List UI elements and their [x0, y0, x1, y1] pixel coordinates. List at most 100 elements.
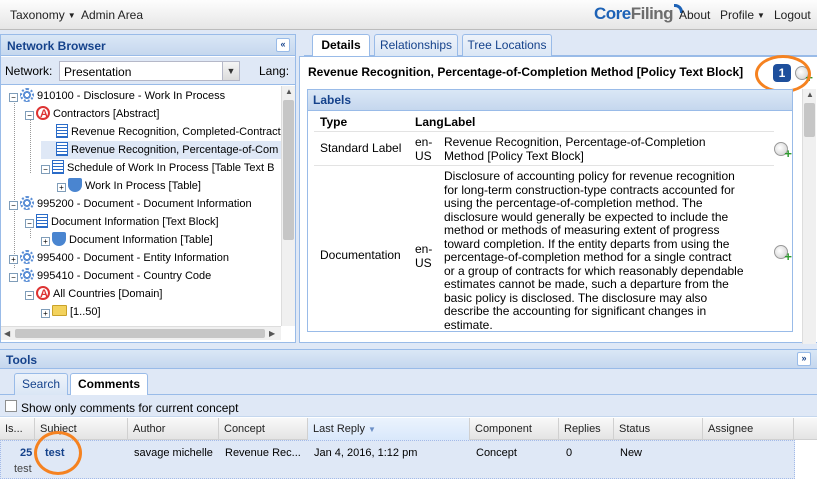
tab-details[interactable]: Details — [312, 34, 370, 57]
taxonomy-menu-label: Taxonomy — [10, 8, 65, 22]
col-lang-header: Lang — [415, 115, 444, 129]
tree-node-selected[interactable]: Revenue Recognition, Percentage-of-Com — [41, 141, 281, 159]
comment-replies: 0 — [566, 447, 573, 459]
tab-tree-locations[interactable]: Tree Locations — [462, 34, 552, 56]
comment-last-reply: Jan 4, 2016, 1:12 pm — [314, 447, 418, 459]
collapse-toggle-icon[interactable]: − — [9, 201, 18, 210]
add-label-icon[interactable] — [774, 142, 792, 161]
collapse-toggle-icon[interactable]: − — [41, 165, 50, 174]
collapse-toggle-icon[interactable]: − — [25, 219, 34, 228]
tree-node-label: Revenue Recognition, Completed-Contract — [71, 126, 281, 138]
col-assignee[interactable]: Assignee — [703, 418, 794, 440]
tree-node-label: Schedule of Work In Process [Table Text … — [67, 162, 275, 174]
details-panel: Revenue Recognition, Percentage-of-Compl… — [299, 55, 817, 344]
current-concept-checkbox[interactable] — [5, 400, 17, 412]
tree-guide-line — [14, 98, 15, 268]
label-type: Standard Label — [320, 141, 402, 155]
labels-section: Labels Type Lang Label Standard Label en… — [307, 89, 793, 332]
comment-concept: Revenue Rec... — [225, 447, 301, 459]
comment-author: savage michelle — [134, 447, 213, 459]
lang-label: Lang: — [259, 64, 290, 78]
expand-toggle-icon[interactable]: + — [41, 309, 50, 318]
scrollbar-thumb[interactable] — [283, 100, 294, 240]
tab-comments[interactable]: Comments — [70, 373, 148, 396]
expand-toggle-icon[interactable]: + — [41, 237, 50, 246]
text-block-icon — [52, 160, 64, 174]
collapse-left-icon[interactable]: « — [276, 38, 290, 52]
comment-issue-number: 25 — [20, 447, 33, 459]
top-bar: Taxonomy ▼ Admin Area CoreFiling About Pr… — [0, 0, 817, 30]
label-text: Revenue Recognition, Percentage-of-Compl… — [444, 135, 706, 163]
col-component[interactable]: Component — [470, 418, 559, 440]
col-issue[interactable]: Is... — [0, 418, 35, 440]
network-select[interactable]: Presentation ▼ — [59, 61, 240, 81]
scroll-left-arrow-icon[interactable]: ◀ — [4, 329, 10, 338]
network-selector-row: Network: Presentation ▼ Lang: — [1, 57, 295, 85]
network-browser-title: Network Browser — [7, 39, 106, 53]
tree-node[interactable]: − Contractors [Abstract] — [25, 105, 159, 123]
tree-node[interactable]: − Document Information [Text Block] — [25, 213, 219, 231]
tree-node[interactable]: − 995410 - Document - Country Code — [9, 267, 211, 285]
about-link[interactable]: About — [679, 8, 710, 22]
tree-node[interactable]: + Work In Process [Table] — [57, 177, 201, 195]
scroll-up-arrow-icon[interactable]: ▲ — [285, 87, 293, 96]
logo-filing-text: Filing — [630, 4, 674, 23]
col-author[interactable]: Author — [128, 418, 219, 440]
col-replies[interactable]: Replies — [559, 418, 614, 440]
collapse-toggle-icon[interactable]: − — [9, 273, 18, 282]
tree-node[interactable]: +995400 - Document - Entity Information — [9, 249, 229, 267]
network-label: Network: — [5, 64, 53, 78]
network-browser-header: Network Browser « — [1, 35, 295, 56]
profile-menu[interactable]: Profile ▼ — [720, 8, 765, 22]
caret-down-icon: ▼ — [67, 11, 76, 20]
expand-toggle-icon[interactable]: + — [57, 183, 66, 192]
collapse-toggle-icon[interactable]: − — [9, 93, 18, 102]
logo-core-text: Core — [594, 4, 631, 23]
scroll-right-arrow-icon[interactable]: ▶ — [269, 329, 275, 338]
tree-node[interactable]: + Document Information [Table] — [41, 231, 213, 249]
collapse-toggle-icon[interactable]: − — [25, 111, 34, 120]
details-tab-strip: Details Relationships Tree Locations — [304, 34, 817, 57]
details-vertical-scrollbar[interactable]: ▲ — [802, 89, 816, 344]
tree-node[interactable]: − All Countries [Domain] — [25, 285, 162, 303]
tree-node-label: Work In Process [Table] — [85, 180, 201, 192]
profile-menu-label: Profile — [720, 8, 755, 22]
tree-node-label: 995400 - Document - Entity Information — [37, 252, 229, 264]
taxonomy-menu[interactable]: Taxonomy ▼ — [10, 8, 76, 22]
folder-icon — [52, 305, 67, 316]
highlight-circle — [34, 431, 82, 475]
comment-component: Concept — [476, 447, 517, 459]
corefiling-logo: CoreFiling — [594, 4, 684, 24]
expand-toggle-icon[interactable]: + — [9, 255, 18, 264]
tab-search[interactable]: Search — [14, 373, 68, 395]
add-label-icon[interactable] — [774, 245, 792, 264]
tree-vertical-scrollbar[interactable]: ▲ — [281, 86, 295, 326]
logout-link[interactable]: Logout — [774, 8, 811, 22]
col-status[interactable]: Status — [614, 418, 703, 440]
tab-relationships[interactable]: Relationships — [374, 34, 458, 56]
scrollbar-thumb[interactable] — [15, 329, 265, 338]
admin-area-link[interactable]: Admin Area — [81, 8, 143, 22]
scrollbar-thumb[interactable] — [804, 103, 815, 137]
tree-horizontal-scrollbar[interactable]: ◀ ▶ — [1, 326, 281, 340]
collapse-toggle-icon[interactable]: − — [25, 291, 34, 300]
scroll-up-arrow-icon[interactable]: ▲ — [806, 90, 814, 99]
network-gear-icon — [20, 88, 34, 102]
tree-node[interactable]: − 910100 - Disclosure - Work In Process — [9, 87, 225, 105]
label-lang: en-US — [415, 242, 433, 270]
tree-node[interactable]: Revenue Recognition, Completed-Contract — [41, 123, 281, 141]
comment-status: New — [620, 447, 643, 459]
comments-grid-header: Is... Subject Author Concept Last Reply … — [0, 418, 817, 440]
network-gear-icon — [20, 250, 34, 264]
dropdown-arrow-icon[interactable]: ▼ — [222, 62, 239, 80]
tools-header: Tools » — [0, 349, 817, 369]
tree-node[interactable]: + [1..50] — [41, 303, 101, 321]
tree-node-label: Document Information [Table] — [69, 234, 213, 246]
col-last-reply-label: Last Reply — [313, 423, 365, 435]
comment-row[interactable]: 25 test savage michelle Revenue Rec... J… — [0, 440, 795, 479]
collapse-down-icon[interactable]: » — [797, 352, 811, 366]
tree-node[interactable]: − Schedule of Work In Process [Table Text… — [41, 159, 274, 177]
col-concept[interactable]: Concept — [219, 418, 308, 440]
tree-node[interactable]: − 995200 - Document - Document Informatio… — [9, 195, 252, 213]
col-last-reply[interactable]: Last Reply ▼ — [308, 418, 470, 440]
